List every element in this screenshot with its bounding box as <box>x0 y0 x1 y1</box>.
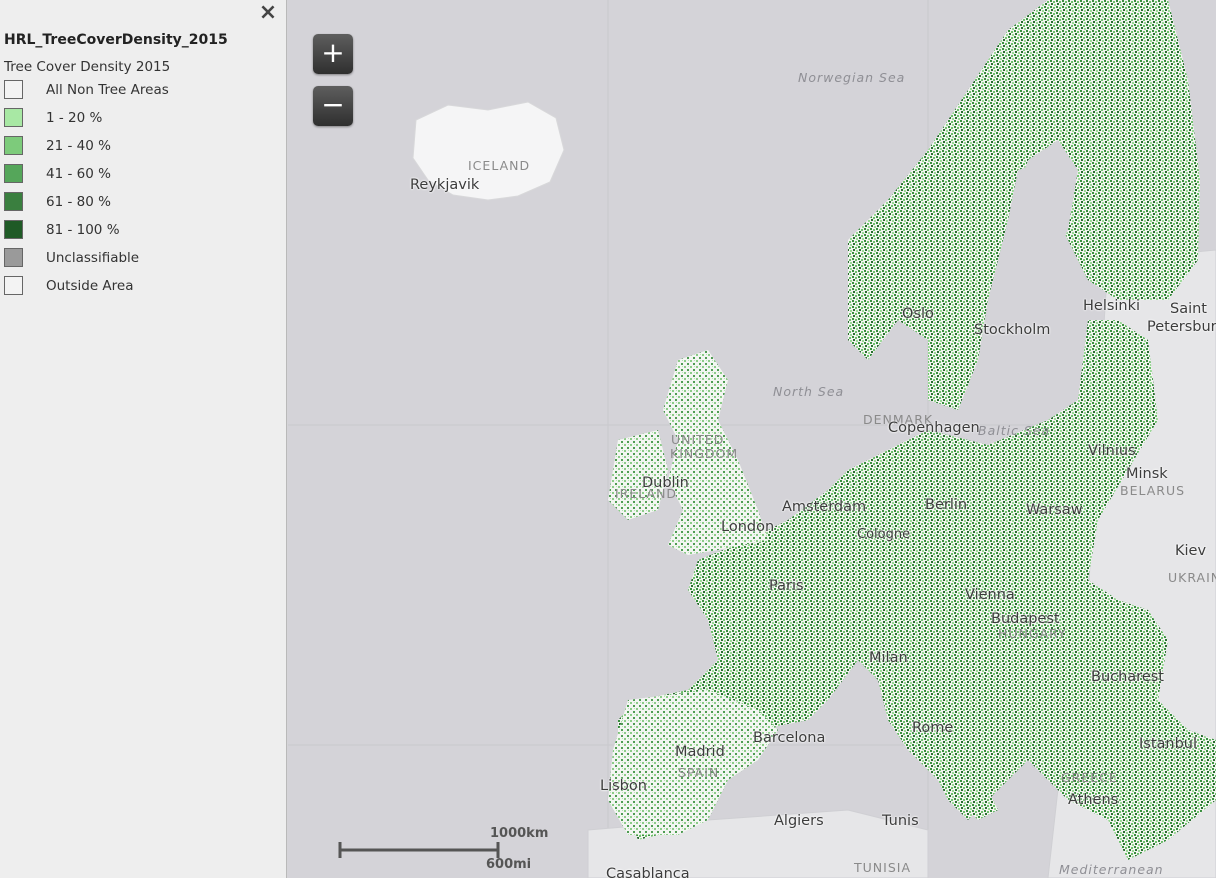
label-madrid: Madrid <box>675 744 725 760</box>
label-lisbon: Lisbon <box>600 778 647 794</box>
label-bucharest: Bucharest <box>1091 669 1164 685</box>
label-copenhagen: Copenhagen <box>888 420 980 436</box>
legend-swatch <box>4 164 23 183</box>
legend-label: All Non Tree Areas <box>46 82 169 98</box>
legend-label: Outside Area <box>46 278 134 294</box>
map-view[interactable]: + − Norwegian Sea ICELAND Reykjavik Hels… <box>288 0 1216 878</box>
label-istanbul: Istanbul <box>1139 736 1198 752</box>
legend-item-41-60: 41 - 60 % <box>4 164 274 186</box>
scale-bar <box>338 842 500 858</box>
label-algiers: Algiers <box>774 813 824 829</box>
legend-swatch <box>4 136 23 155</box>
legend-swatch <box>4 248 23 267</box>
label-vilnius: Vilnius <box>1088 443 1136 459</box>
label-ukraine: UKRAINE <box>1168 570 1216 585</box>
layer-title: HRL_TreeCoverDensity_2015 <box>4 32 228 48</box>
label-iceland: ICELAND <box>468 158 531 173</box>
scale-mi-label: 600mi <box>486 857 532 872</box>
legend-item-61-80: 61 - 80 % <box>4 192 274 214</box>
label-mediterranean: Mediterranean <box>1059 862 1164 877</box>
label-budapest: Budapest <box>991 611 1060 627</box>
legend-item-all-non-tree: All Non Tree Areas <box>4 80 274 102</box>
zoom-out-button[interactable]: − <box>313 86 353 126</box>
label-stockholm: Stockholm <box>974 322 1051 338</box>
label-berlin: Berlin <box>925 497 968 513</box>
label-kingdom: KINGDOM <box>670 446 739 461</box>
legend-swatch <box>4 220 23 239</box>
label-tunisia: TUNISIA <box>854 860 911 875</box>
label-cologne: Cologne <box>857 527 911 542</box>
label-minsk: Minsk <box>1126 466 1168 482</box>
legend-item-21-40: 21 - 40 % <box>4 136 274 158</box>
legend-item-unclassifiable: Unclassifiable <box>4 248 274 270</box>
legend-label: 61 - 80 % <box>46 194 111 210</box>
map-canvas[interactable] <box>288 0 1216 878</box>
label-amsterdam: Amsterdam <box>782 499 867 515</box>
legend-swatch <box>4 192 23 211</box>
label-baltic-sea: Baltic Sea <box>978 423 1051 438</box>
label-milan: Milan <box>869 650 908 666</box>
legend-swatch <box>4 80 23 99</box>
label-helsinki: Helsinki <box>1083 298 1141 314</box>
legend-panel: × HRL_TreeCoverDensity_2015 Tree Cover D… <box>0 0 287 878</box>
label-saint: Saint <box>1170 301 1207 317</box>
label-spain: SPAIN <box>678 765 720 780</box>
legend-label: 81 - 100 % <box>46 222 120 238</box>
label-north-sea: North Sea <box>773 384 845 399</box>
label-reykjavik: Reykjavik <box>410 177 480 193</box>
label-united: UNITED <box>671 432 725 447</box>
legend-item-1-20: 1 - 20 % <box>4 108 274 130</box>
label-petersburg: Petersburg <box>1147 319 1216 335</box>
label-norwegian-sea: Norwegian Sea <box>798 70 906 85</box>
label-vienna: Vienna <box>965 587 1015 603</box>
scale-km-label: 1000km <box>490 826 549 841</box>
legend-label: 1 - 20 % <box>46 110 103 126</box>
label-rome: Rome <box>912 720 954 736</box>
label-warsaw: Warsaw <box>1026 502 1083 518</box>
legend-subtitle: Tree Cover Density 2015 <box>4 59 171 75</box>
label-kiev: Kiev <box>1175 543 1207 559</box>
close-icon[interactable]: × <box>258 2 278 24</box>
label-greece: GREECE <box>1061 770 1118 785</box>
legend-label: Unclassifiable <box>46 250 140 266</box>
label-paris: Paris <box>769 578 804 594</box>
legend-swatch <box>4 276 23 295</box>
label-athens: Athens <box>1068 792 1119 808</box>
label-barcelona: Barcelona <box>753 730 826 746</box>
label-tunis: Tunis <box>882 813 919 829</box>
zoom-in-button[interactable]: + <box>313 34 353 74</box>
label-casablanca: Casablanca <box>606 866 690 878</box>
label-dublin: Dublin <box>642 475 689 491</box>
legend-item-outside-area: Outside Area <box>4 276 274 298</box>
label-london: London <box>721 519 775 535</box>
label-hungary: HUNGARY <box>998 626 1067 641</box>
label-belarus: BELARUS <box>1120 483 1186 498</box>
legend-swatch <box>4 108 23 127</box>
legend-label: 21 - 40 % <box>46 138 111 154</box>
iberia-shape <box>608 690 778 835</box>
legend-item-81-100: 81 - 100 % <box>4 220 274 242</box>
label-oslo: Oslo <box>902 306 934 322</box>
legend-label: 41 - 60 % <box>46 166 111 182</box>
